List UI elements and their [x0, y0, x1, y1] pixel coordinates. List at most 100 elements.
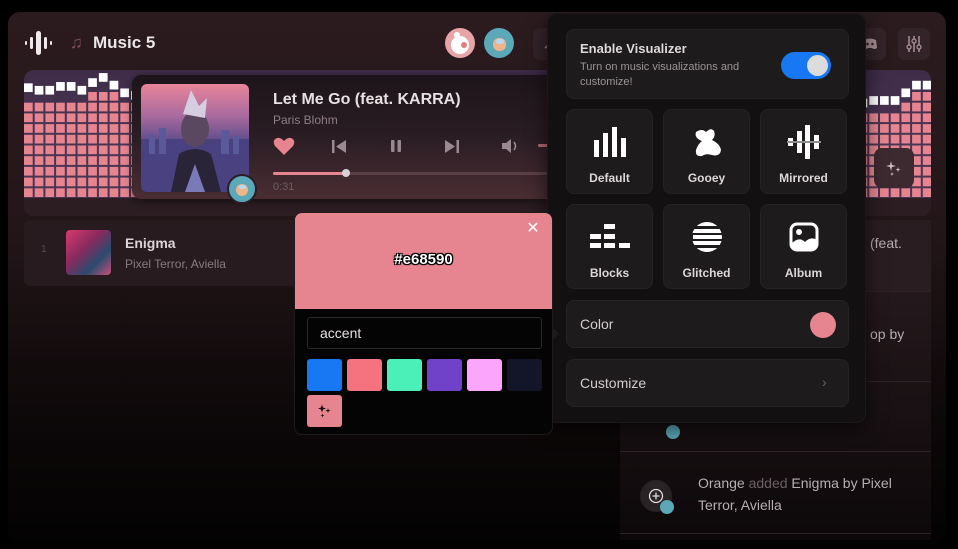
visualizer-block: [901, 134, 911, 144]
color-hex-value: #e68590: [394, 251, 453, 268]
glitched-circle-icon: [691, 222, 722, 252]
color-preset-swatch[interactable]: [387, 359, 422, 391]
color-swatch-button[interactable]: [810, 312, 836, 338]
user-avatar: [660, 500, 674, 514]
mode-blocks[interactable]: Blocks: [566, 204, 653, 289]
room-title: Music 5: [93, 33, 156, 52]
visualizer-block: [890, 113, 900, 123]
color-preset-swatch[interactable]: [427, 359, 462, 391]
activity-user[interactable]: Orange: [698, 475, 745, 491]
visualizer-block: [922, 124, 931, 133]
visualizer-block: [98, 134, 108, 144]
mode-default[interactable]: Default: [566, 109, 653, 194]
visualizer-block: [912, 188, 921, 197]
visualizer-block: [120, 188, 129, 197]
visualizer-block: [66, 156, 76, 165]
visualizer-settings-panel: Enable Visualizer Turn on music visualiz…: [547, 13, 866, 423]
visualizer-block: [56, 124, 65, 133]
color-preset-swatch[interactable]: [467, 359, 502, 391]
volume-button[interactable]: [501, 136, 520, 156]
color-preset-swatch[interactable]: [507, 359, 542, 391]
visualizer-block: [56, 102, 65, 112]
progress-bar[interactable]: [273, 169, 563, 177]
visualizer-peak: [880, 96, 889, 105]
activity-text: (feat.: [870, 235, 902, 251]
close-icon[interactable]: ✕: [525, 221, 541, 237]
visualizer-block: [24, 156, 33, 165]
next-button[interactable]: [444, 136, 460, 156]
visualizer-block: [98, 166, 108, 176]
visualizer-block: [34, 156, 44, 165]
visualizer-effects-button[interactable]: [874, 148, 914, 188]
bars-icon: [593, 127, 626, 157]
visualizer-block: [109, 177, 119, 187]
color-preset-swatch[interactable]: [307, 359, 342, 391]
activity-verb: added: [748, 475, 788, 491]
user-avatar: [666, 425, 680, 439]
mode-album[interactable]: Album: [760, 204, 847, 289]
visualizer-block: [66, 124, 76, 133]
visualizer-block: [109, 145, 119, 155]
visualizer-block: [88, 92, 97, 101]
now-playing-card: Let Me Go (feat. KARRA) Paris Blohm 0:31: [132, 75, 572, 204]
visualizer-block: [869, 188, 878, 197]
visualizer-block: [45, 156, 55, 165]
visualizer-block: [77, 177, 87, 187]
color-preview[interactable]: #e68590 ✕: [295, 213, 552, 309]
visualizer-block: [109, 166, 119, 176]
visualizer-block: [98, 145, 108, 155]
pause-button[interactable]: [390, 136, 402, 156]
like-button[interactable]: [273, 136, 295, 156]
toggle-knob: [807, 55, 828, 76]
visualizer-block: [88, 134, 97, 144]
equalizer-settings-button[interactable]: [898, 28, 930, 60]
visualizer-block: [890, 134, 900, 144]
enable-visualizer-toggle[interactable]: [781, 52, 831, 79]
customize-row[interactable]: Customize ›: [566, 359, 849, 407]
visualizer-block: [88, 177, 97, 187]
visualizer-block: [120, 113, 129, 123]
visualizer-block: [88, 166, 97, 176]
visualizer-block: [24, 134, 33, 144]
color-preset-swatch[interactable]: [347, 359, 382, 391]
visualizer-peak: [912, 80, 921, 90]
visualizer-peak: [45, 85, 55, 95]
visualizer-block: [120, 156, 129, 165]
visualizer-block: [98, 124, 108, 133]
pause-icon: [391, 140, 401, 152]
visualizer-block: [120, 166, 129, 176]
visualizer-block: [77, 156, 87, 165]
mode-mirrored[interactable]: Mirrored: [760, 109, 847, 194]
visualizer-block: [66, 145, 76, 155]
visualizer-block: [24, 145, 33, 155]
mode-gooey[interactable]: Gooey: [663, 109, 750, 194]
visualizer-block: [66, 134, 76, 144]
visualizer-block: [77, 188, 87, 197]
activity-text: Orange added Enigma by Pixel Terror, Avi…: [698, 472, 928, 516]
visualizer-block: [869, 113, 878, 123]
visualizer-peak: [66, 82, 76, 91]
added-by-avatar[interactable]: [227, 174, 257, 204]
progress-handle[interactable]: [341, 169, 350, 177]
blocks-icon: [589, 224, 630, 248]
visualizer-block: [45, 102, 55, 112]
visualizer-block: [120, 177, 129, 187]
previous-button[interactable]: [331, 136, 347, 156]
visualizer-block: [922, 134, 931, 144]
song-artist: Paris Blohm: [273, 113, 338, 127]
random-color-button[interactable]: [307, 395, 342, 427]
color-name-input[interactable]: [307, 317, 542, 349]
visualizer-block: [77, 102, 87, 112]
user-avatar[interactable]: [445, 28, 475, 58]
visualizer-block: [24, 113, 33, 123]
visualizer-block: [88, 156, 97, 165]
visualizer-block: [34, 166, 44, 176]
visualizer-block: [88, 188, 97, 197]
visualizer-block: [45, 134, 55, 144]
user-avatar[interactable]: [484, 28, 514, 58]
mode-glitched[interactable]: Glitched: [663, 204, 750, 289]
visualizer-block: [24, 102, 33, 112]
queue-item[interactable]: 1 Enigma Pixel Terror, Aviella: [24, 220, 324, 286]
color-setting-row[interactable]: Color: [566, 300, 849, 348]
color-picker-popup: #e68590 ✕: [294, 212, 553, 435]
